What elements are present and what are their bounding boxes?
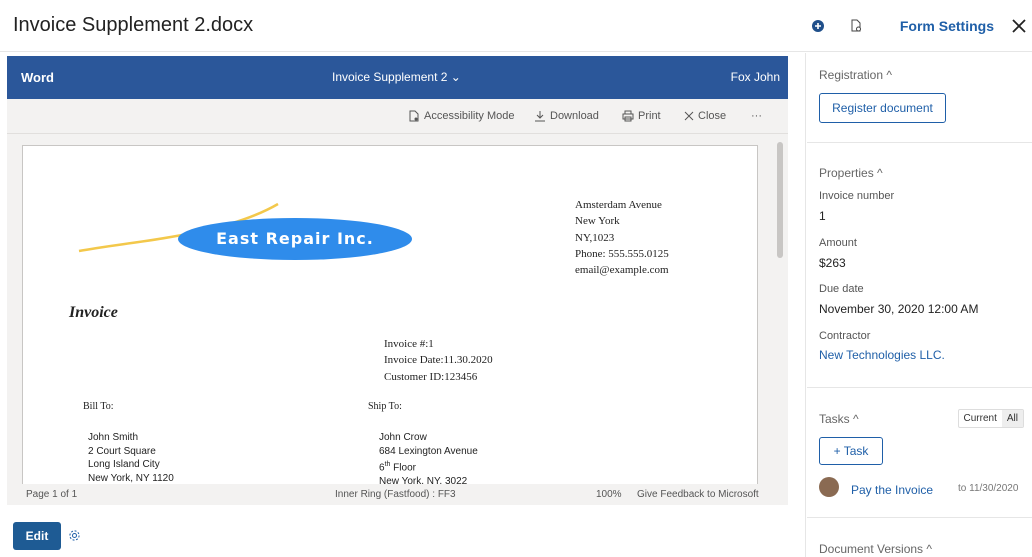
ring-info: Inner Ring (Fastfood) : FF3 — [335, 489, 456, 500]
contractor-link[interactable]: New Technologies LLC. — [819, 348, 945, 362]
command-bar: Accessibility Mode Download Print Close … — [7, 99, 788, 134]
contractor-label: Contractor — [819, 330, 871, 342]
print-button[interactable]: Print — [622, 110, 661, 122]
download-button[interactable]: Download — [534, 110, 599, 122]
print-icon — [622, 110, 634, 122]
more-icon: ··· — [751, 110, 762, 122]
print-label: Print — [638, 110, 661, 122]
address-line: Amsterdam Avenue — [575, 199, 662, 211]
bill-to-line: John Smith — [88, 432, 139, 443]
filter-all[interactable]: All — [1001, 410, 1023, 427]
properties-section: Properties ^ Invoice number 1 Amount $26… — [807, 143, 1032, 388]
avatar — [819, 477, 839, 497]
tasks-filter-toggle: Current All — [957, 409, 1024, 428]
feedback-link[interactable]: Give Feedback to Microsoft — [637, 489, 759, 500]
add-task-button[interactable]: + Task — [819, 437, 883, 465]
registration-title[interactable]: Registration ^ — [819, 68, 892, 82]
due-date-value: November 30, 2020 12:00 AM — [819, 302, 979, 316]
filter-current[interactable]: Current — [959, 410, 1002, 427]
bill-to-address: John Smith 2 Court Square Long Island Ci… — [88, 431, 174, 485]
ship-to-label: Ship To: — [368, 401, 402, 412]
invoice-meta: Invoice #:1 Invoice Date:11.30.2020 Cust… — [384, 336, 493, 385]
document-settings-icon[interactable] — [846, 16, 866, 36]
invoice-heading: Invoice — [69, 304, 118, 321]
word-header-bar: Word Invoice Supplement 2 ⌄ Fox John — [7, 56, 788, 99]
document-versions-title[interactable]: Document Versions ^ — [819, 542, 932, 556]
ship-to-line: John Crow — [379, 432, 427, 443]
sidebar: Registration ^ Register document Propert… — [807, 53, 1032, 557]
meta-line: Invoice #:1 — [384, 338, 434, 350]
chevron-down-icon: ⌄ — [450, 70, 461, 84]
word-viewer: Word Invoice Supplement 2 ⌄ Fox John Acc… — [7, 56, 788, 505]
accessibility-mode-button[interactable]: Accessibility Mode — [408, 110, 514, 122]
ship-to-line: 6th Floor — [379, 458, 478, 475]
top-bar: Invoice Supplement 2.docx Form Settings — [0, 0, 1032, 52]
ship-to-line: 684 Lexington Avenue — [379, 445, 478, 457]
add-circle-icon[interactable] — [808, 16, 828, 36]
gear-icon[interactable] — [68, 529, 81, 547]
document-panel: Word Invoice Supplement 2 ⌄ Fox John Acc… — [0, 53, 806, 557]
close-icon[interactable] — [1010, 17, 1028, 35]
accessibility-icon — [409, 110, 419, 122]
meta-line: Customer ID:123456 — [384, 370, 478, 383]
tasks-title[interactable]: Tasks ^ — [819, 412, 859, 426]
floor-word: Floor — [390, 462, 416, 474]
close-small-icon — [684, 111, 694, 121]
word-app-name: Word — [21, 70, 54, 85]
registration-section: Registration ^ Register document — [807, 53, 1032, 143]
logo-text: East Repair Inc. — [216, 229, 374, 248]
page-count: Page 1 of 1 — [26, 489, 78, 500]
doc-name-label: Invoice Supplement 2 — [332, 70, 448, 84]
top-actions: Form Settings — [808, 0, 1032, 52]
bill-to-line: Long Island City — [88, 459, 160, 470]
bill-to-label: Bill To: — [83, 401, 114, 412]
document-page[interactable]: East Repair Inc. Amsterdam Avenue New Yo… — [22, 145, 758, 505]
amount-label: Amount — [819, 237, 857, 249]
invoice-number-value: 1 — [819, 209, 826, 223]
address-line: New York — [575, 215, 620, 228]
meta-line: Invoice Date:11.30.2020 — [384, 354, 493, 367]
address-line: email@example.com — [575, 264, 669, 277]
task-link[interactable]: Pay the Invoice — [851, 483, 933, 497]
task-due: to 11/30/2020 — [958, 483, 1019, 494]
page-title: Invoice Supplement 2.docx — [13, 14, 254, 36]
bill-to-line: 2 Court Square — [88, 445, 156, 457]
company-address: Amsterdam Avenue New York NY,1023 Phone:… — [575, 197, 669, 278]
due-date-label: Due date — [819, 283, 864, 295]
invoice-number-label: Invoice number — [819, 190, 895, 202]
form-settings-link[interactable]: Form Settings — [900, 18, 994, 34]
address-line: NY,1023 — [575, 231, 615, 244]
register-document-button[interactable]: Register document — [819, 93, 946, 123]
tasks-section: Tasks ^ Current All + Task Pay the Invoi… — [807, 388, 1032, 518]
status-bar: Page 1 of 1 Inner Ring (Fastfood) : FF3 … — [7, 484, 788, 505]
bill-to-line: New York, NY 1120 — [88, 472, 174, 484]
document-scrollbar[interactable] — [777, 142, 783, 258]
word-doc-name-dropdown[interactable]: Invoice Supplement 2 ⌄ — [332, 70, 461, 84]
more-options-button[interactable]: ··· — [751, 110, 762, 122]
word-user[interactable]: Fox John — [731, 70, 780, 84]
download-label: Download — [550, 110, 599, 122]
close-doc-label: Close — [698, 110, 727, 122]
zoom-level[interactable]: 100% — [596, 489, 622, 500]
close-doc-button[interactable]: Close — [684, 110, 726, 122]
accessibility-label: Accessibility Mode — [424, 110, 515, 122]
address-line: Phone: 555.555.0125 — [575, 247, 669, 260]
edit-button[interactable]: Edit — [13, 522, 61, 550]
ship-to-address: John Crow 684 Lexington Avenue 6th Floor… — [379, 431, 478, 488]
download-icon — [535, 111, 545, 122]
properties-title[interactable]: Properties ^ — [819, 166, 883, 180]
amount-value: $263 — [819, 256, 846, 270]
